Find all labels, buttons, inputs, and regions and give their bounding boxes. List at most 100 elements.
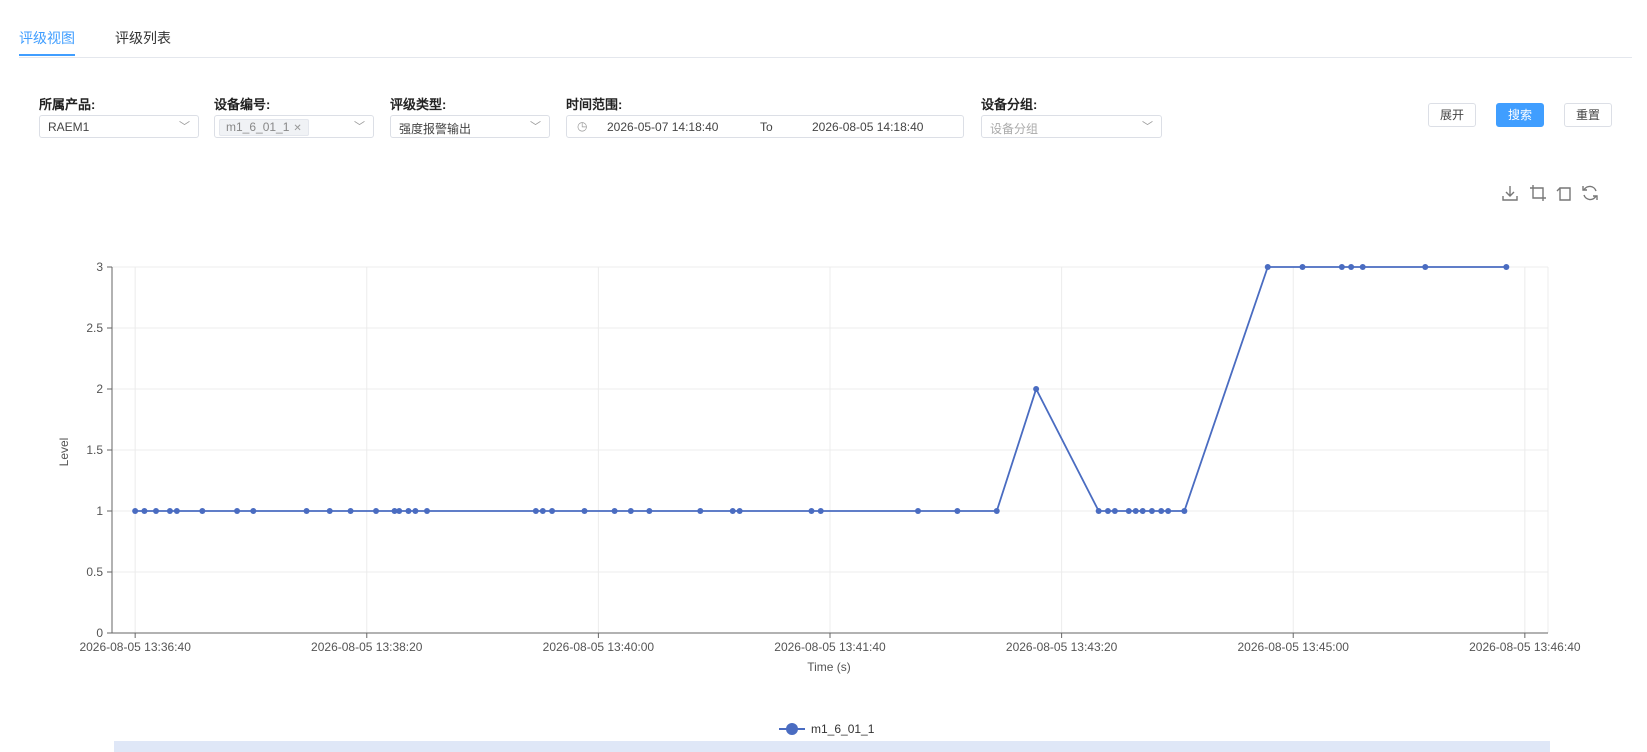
- data-point[interactable]: [423, 508, 430, 514]
- zoom-select-icon[interactable]: [1528, 183, 1548, 203]
- data-point[interactable]: [954, 508, 961, 514]
- data-point[interactable]: [1148, 508, 1155, 514]
- reset-button[interactable]: 重置: [1564, 103, 1612, 127]
- tab-rating-list[interactable]: 评级列表: [115, 28, 171, 48]
- data-point[interactable]: [1165, 508, 1172, 514]
- data-point[interactable]: [1503, 264, 1510, 270]
- y-tick-label: 1.5: [86, 443, 103, 457]
- data-point[interactable]: [627, 508, 634, 514]
- data-point[interactable]: [1095, 508, 1102, 514]
- tab-bar: 评级视图 评级列表: [19, 0, 1632, 58]
- x-axis-title: Time (s): [807, 660, 851, 674]
- data-point[interactable]: [915, 508, 922, 514]
- data-point[interactable]: [1158, 508, 1165, 514]
- x-tick-label: 2026-08-05 13:41:40: [774, 640, 886, 654]
- data-point[interactable]: [993, 508, 1000, 514]
- data-point[interactable]: [646, 508, 653, 514]
- data-point[interactable]: [199, 508, 206, 514]
- chart-toolbox: [1494, 183, 1598, 205]
- chevron-down-icon: ﹀: [354, 121, 365, 133]
- close-icon[interactable]: ✕: [293, 123, 301, 134]
- data-point[interactable]: [539, 508, 546, 514]
- device-group-select[interactable]: 设备分组 ﹀: [981, 115, 1162, 138]
- data-zoom-slider[interactable]: [114, 741, 1550, 752]
- data-point[interactable]: [234, 508, 241, 514]
- x-tick-label: 2026-08-05 13:38:20: [311, 640, 423, 654]
- data-point[interactable]: [326, 508, 333, 514]
- y-tick-label: 2.5: [86, 321, 103, 335]
- x-tick-label: 2026-08-05 13:40:00: [543, 640, 655, 654]
- data-point[interactable]: [1111, 508, 1118, 514]
- x-tick-label: 2026-08-05 13:36:40: [79, 640, 191, 654]
- data-point[interactable]: [303, 508, 310, 514]
- tab-rating-view[interactable]: 评级视图: [19, 28, 75, 48]
- expand-button[interactable]: 展开: [1428, 103, 1476, 127]
- time-range-picker[interactable]: ◷ 2026-05-07 14:18:40 To 2026-08-05 14:1…: [566, 115, 964, 138]
- data-point[interactable]: [250, 508, 257, 514]
- data-point[interactable]: [697, 508, 704, 514]
- y-tick-label: 3: [96, 260, 103, 274]
- active-tab-indicator: [19, 54, 75, 56]
- legend-marker[interactable]: [786, 723, 798, 735]
- rating-type-value: 强度报警输出: [399, 122, 472, 136]
- product-label: 所属产品:: [39, 97, 96, 112]
- data-point[interactable]: [532, 508, 539, 514]
- data-point[interactable]: [141, 508, 148, 514]
- data-point[interactable]: [1104, 508, 1111, 514]
- rating-type-select[interactable]: 强度报警输出 ﹀: [390, 115, 550, 138]
- time-range-start[interactable]: 2026-05-07 14:18:40: [607, 120, 718, 134]
- y-tick-label: 0.5: [86, 565, 103, 579]
- data-point[interactable]: [611, 508, 618, 514]
- data-point[interactable]: [405, 508, 412, 514]
- product-value: RAEM1: [48, 120, 90, 134]
- zoom-reset-icon[interactable]: [1554, 183, 1574, 203]
- device-tag: m1_6_01_1 ✕: [219, 119, 309, 136]
- data-point[interactable]: [581, 508, 588, 514]
- data-point[interactable]: [173, 508, 180, 514]
- data-point[interactable]: [1033, 386, 1040, 392]
- data-point[interactable]: [1139, 508, 1146, 514]
- download-icon[interactable]: [1500, 183, 1520, 203]
- data-point[interactable]: [347, 508, 354, 514]
- data-point[interactable]: [736, 508, 743, 514]
- chevron-down-icon: ﹀: [530, 121, 541, 133]
- data-point[interactable]: [1299, 264, 1306, 270]
- time-range-label: 时间范围:: [566, 97, 623, 112]
- product-select[interactable]: RAEM1 ﹀: [39, 115, 199, 138]
- data-point[interactable]: [412, 508, 419, 514]
- data-point[interactable]: [166, 508, 173, 514]
- y-tick-label: 0: [96, 626, 103, 640]
- data-point[interactable]: [1359, 264, 1366, 270]
- device-label: 设备编号:: [214, 97, 271, 112]
- data-point[interactable]: [729, 508, 736, 514]
- data-point[interactable]: [817, 508, 824, 514]
- data-point[interactable]: [132, 508, 139, 514]
- time-range-separator: To: [760, 120, 773, 134]
- restore-icon[interactable]: [1580, 183, 1600, 203]
- data-point[interactable]: [1422, 264, 1429, 270]
- time-range-end[interactable]: 2026-08-05 14:18:40: [812, 120, 923, 134]
- x-tick-label: 2026-08-05 13:43:20: [1006, 640, 1118, 654]
- data-point[interactable]: [549, 508, 556, 514]
- device-group-label: 设备分组:: [981, 97, 1038, 112]
- data-point[interactable]: [1125, 508, 1132, 514]
- search-button[interactable]: 搜索: [1496, 103, 1544, 127]
- data-point[interactable]: [1264, 264, 1271, 270]
- legend-label[interactable]: m1_6_01_1: [811, 722, 875, 736]
- data-point[interactable]: [153, 508, 160, 514]
- device-select[interactable]: m1_6_01_1 ✕ ﹀: [214, 115, 374, 138]
- data-point[interactable]: [1348, 264, 1355, 270]
- device-tag-text: m1_6_01_1: [226, 120, 290, 134]
- rating-type-label: 评级类型:: [390, 97, 447, 112]
- data-point[interactable]: [396, 508, 403, 514]
- y-axis-title: Level: [57, 438, 71, 467]
- data-point[interactable]: [1338, 264, 1345, 270]
- data-point[interactable]: [1181, 508, 1188, 514]
- data-point[interactable]: [1132, 508, 1139, 514]
- data-point[interactable]: [808, 508, 815, 514]
- chevron-down-icon: ﹀: [1142, 121, 1153, 133]
- chevron-down-icon: ﹀: [179, 121, 190, 133]
- data-point[interactable]: [373, 508, 380, 514]
- y-tick-label: 1: [96, 504, 103, 518]
- x-tick-label: 2026-08-05 13:45:00: [1238, 640, 1350, 654]
